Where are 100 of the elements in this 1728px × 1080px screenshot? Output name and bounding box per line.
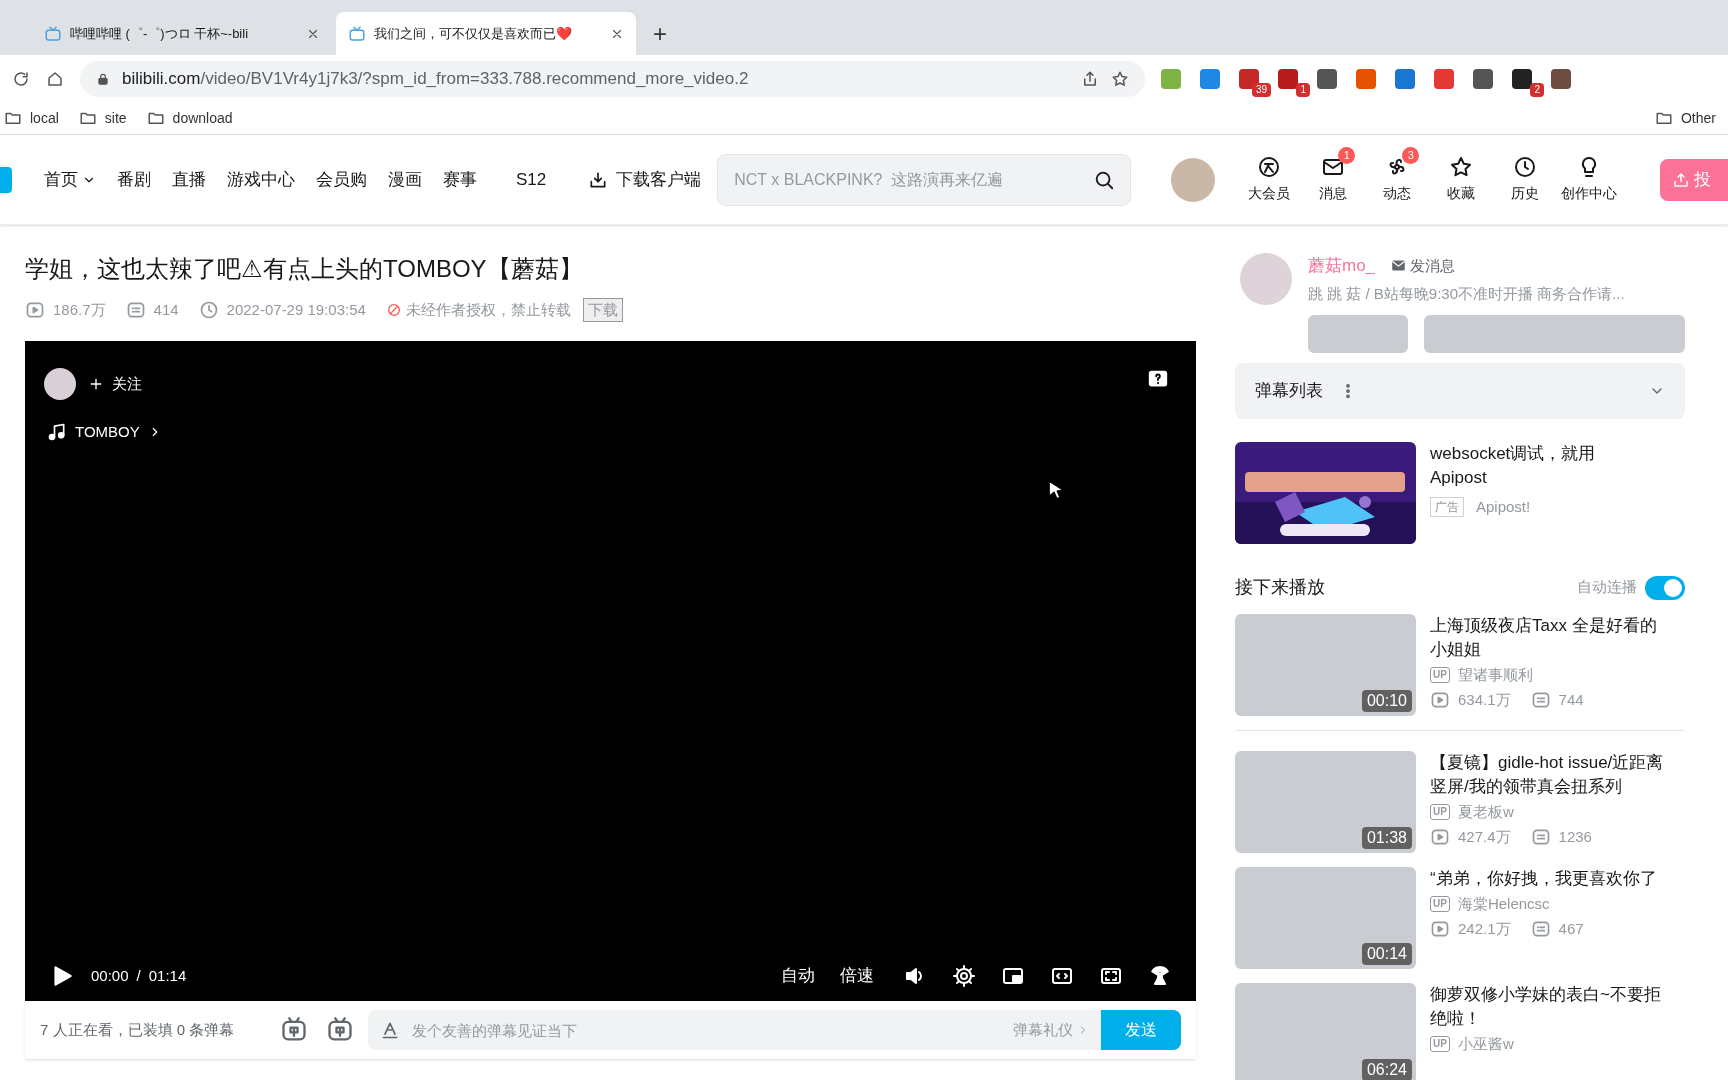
video-title-link[interactable]: 【夏镜】gidle-hot issue/近距离竖屏/我的领带真会扭系列 (1430, 751, 1685, 799)
download-client-link[interactable]: 下载客户端 (588, 166, 702, 193)
bookmark-label: local (30, 108, 59, 128)
danmaku-icon (125, 300, 146, 320)
danmaku-list-header[interactable]: 弹幕列表 (1235, 363, 1685, 419)
speed-button[interactable]: 倍速 (840, 963, 874, 989)
ad-tag: 广告 (1430, 497, 1464, 518)
nav-link[interactable]: 番剧 (117, 166, 151, 193)
uploader-bio: 跳 跳 菇 / B站每晚9:30不准时开播 商务合作请... (1308, 283, 1626, 304)
star-icon[interactable] (1111, 69, 1129, 88)
music-note-icon (47, 422, 67, 443)
play-count: 242.1万 (1458, 918, 1511, 939)
badge-count: 1 (1296, 82, 1310, 97)
up-tag: UP (1430, 896, 1450, 913)
nav-action-label[interactable]: 历史 (1511, 183, 1540, 204)
play-count: 427.4万 (1458, 826, 1511, 847)
duration-label: 01:38 (1361, 827, 1412, 849)
clock-icon (198, 300, 219, 320)
badge-icon[interactable] (1257, 155, 1282, 179)
video-title-link[interactable]: “弟弟，你好拽，我更喜欢你了 (1430, 867, 1685, 891)
star-icon[interactable] (1449, 155, 1474, 179)
time-separator: / (136, 965, 141, 986)
nav-link[interactable]: 会员购 (316, 166, 367, 193)
duration-label: 06:24 (1361, 1059, 1412, 1080)
extension-icon[interactable] (1512, 68, 1532, 89)
copyright-notice: 未经作者授权，禁止转载 (405, 299, 571, 320)
bookmark-item[interactable]: site (78, 107, 127, 129)
tv-icon (44, 24, 62, 43)
bookmark-label: site (104, 108, 127, 128)
up-tag: UP (1430, 667, 1450, 684)
nav-action-label[interactable]: 创作中心 (1561, 183, 1618, 204)
danmaku-count: 744 (1558, 689, 1584, 710)
ban-icon (385, 302, 402, 318)
bookmark-item[interactable]: local (4, 107, 59, 129)
video-title: 学姐，这也太辣了吧⚠有点上头的TOMBOY【蘑菇】 (25, 254, 584, 284)
ad-title[interactable]: websocket调试，就用Apipost (1430, 442, 1685, 490)
video-title-link[interactable]: 御萝双修小学妹的表白~不要拒绝啦！ (1430, 983, 1685, 1031)
nav-action-label[interactable]: 动态 (1383, 183, 1412, 204)
nav-link[interactable]: 漫画 (388, 166, 422, 193)
address-field[interactable]: bilibili.com/video/BV1Vr4y1j7k3/?spm_id_from=333.788.recommend_more_video.2 (80, 60, 1145, 97)
song-link[interactable]: TOMBOY (47, 421, 162, 444)
follow-button[interactable]: 关注 (88, 372, 142, 396)
video-thumbnail[interactable]: 00:10 (1235, 614, 1416, 716)
share-icon[interactable] (1081, 69, 1099, 88)
new-tab-button[interactable]: + (640, 12, 680, 55)
nav-link[interactable]: 首页 (44, 166, 96, 193)
extension-icon[interactable] (1551, 68, 1571, 89)
bookmark-label: Other (1681, 108, 1716, 128)
danmaku-count: 467 (1558, 918, 1584, 939)
nav-link[interactable]: S12 (516, 166, 547, 193)
plus-icon (88, 376, 104, 392)
browser-tab[interactable]: 我们之间，可不仅仅是喜欢而已❤ (336, 12, 636, 55)
nav-action-label[interactable]: 消息 (1319, 183, 1348, 204)
send-message-link[interactable]: 发消息 (1391, 254, 1456, 277)
text-style-icon[interactable] (380, 1020, 400, 1040)
current-time: 00:00 (91, 965, 129, 986)
nav-link[interactable]: 赛事 (443, 166, 477, 193)
upload-icon (1672, 170, 1690, 189)
nav-link[interactable]: 直播 (172, 166, 206, 193)
danmaku-settings-icon[interactable] (326, 1016, 354, 1044)
video-thumbnail[interactable]: 01:38 (1235, 751, 1416, 853)
play-count: 186.7万 (53, 299, 106, 320)
video-title-link[interactable]: 上海顶级夜店Taxx 全是好看的小姐姐 (1430, 614, 1685, 662)
video-player[interactable]: 关注 TOMBOY 00:00 / 01:14 自动 倍速 (25, 341, 1196, 1001)
extension-icon[interactable] (1317, 68, 1337, 89)
video-thumbnail[interactable]: 06:24 (1235, 983, 1416, 1080)
logo-icon[interactable] (0, 166, 12, 193)
reload-icon[interactable] (12, 69, 30, 88)
settings-icon[interactable] (952, 964, 976, 988)
home-icon[interactable] (46, 69, 64, 88)
duration-label: 00:10 (1361, 690, 1412, 712)
badge-count: 2 (1530, 82, 1544, 97)
bookmark-label: download (172, 108, 233, 128)
clock-icon[interactable] (1513, 155, 1538, 179)
lock-icon (96, 71, 110, 86)
badge-count: 3 (1402, 147, 1420, 164)
nav-action-label[interactable]: 大会员 (1248, 183, 1291, 204)
tv-icon (348, 24, 366, 43)
other-bookmarks[interactable]: Other (1655, 107, 1724, 129)
bookmark-item[interactable]: download (146, 107, 233, 129)
danmaku-toggle-icon[interactable] (280, 1016, 308, 1044)
up-tag: UP (1430, 1036, 1450, 1053)
nav-action-label[interactable]: 收藏 (1447, 183, 1476, 204)
browser-tab[interactable]: 哔哩哔哩 (゜-゜)つロ 干杯~-bili (32, 12, 332, 55)
tab-title: 我们之间，可不仅仅是喜欢而已❤ (374, 24, 573, 43)
nav-link[interactable]: 游戏中心 (227, 166, 295, 193)
autoplay-label: 自动连播 (1577, 577, 1637, 598)
tab-title: 哔哩哔哩 (゜-゜)つロ 干杯~-bili (70, 24, 250, 43)
url-text: bilibili.com/video/BV1Vr4y1j7k3/?spm_id_from=333.788.recommend_more_video.2 (122, 67, 750, 90)
extension-icon[interactable] (1278, 68, 1298, 89)
section-title: 接下来播放 (1235, 576, 1325, 599)
link-label: 下载客户端 (616, 168, 702, 191)
video-thumbnail[interactable]: 00:14 (1235, 867, 1416, 969)
extension-icon[interactable] (1473, 68, 1493, 89)
quality-button[interactable]: 自动 (781, 963, 815, 989)
autoplay-toggle[interactable] (1645, 575, 1685, 600)
viewer-status: 7 人正在看，已装填 0 条弹幕 (40, 1019, 236, 1040)
panel-title: 弹幕列表 (1255, 380, 1323, 403)
uploader-avatar[interactable] (44, 368, 76, 400)
search-field[interactable]: NCT x BLACKPINK? 这路演再来亿遍 (717, 153, 1132, 206)
